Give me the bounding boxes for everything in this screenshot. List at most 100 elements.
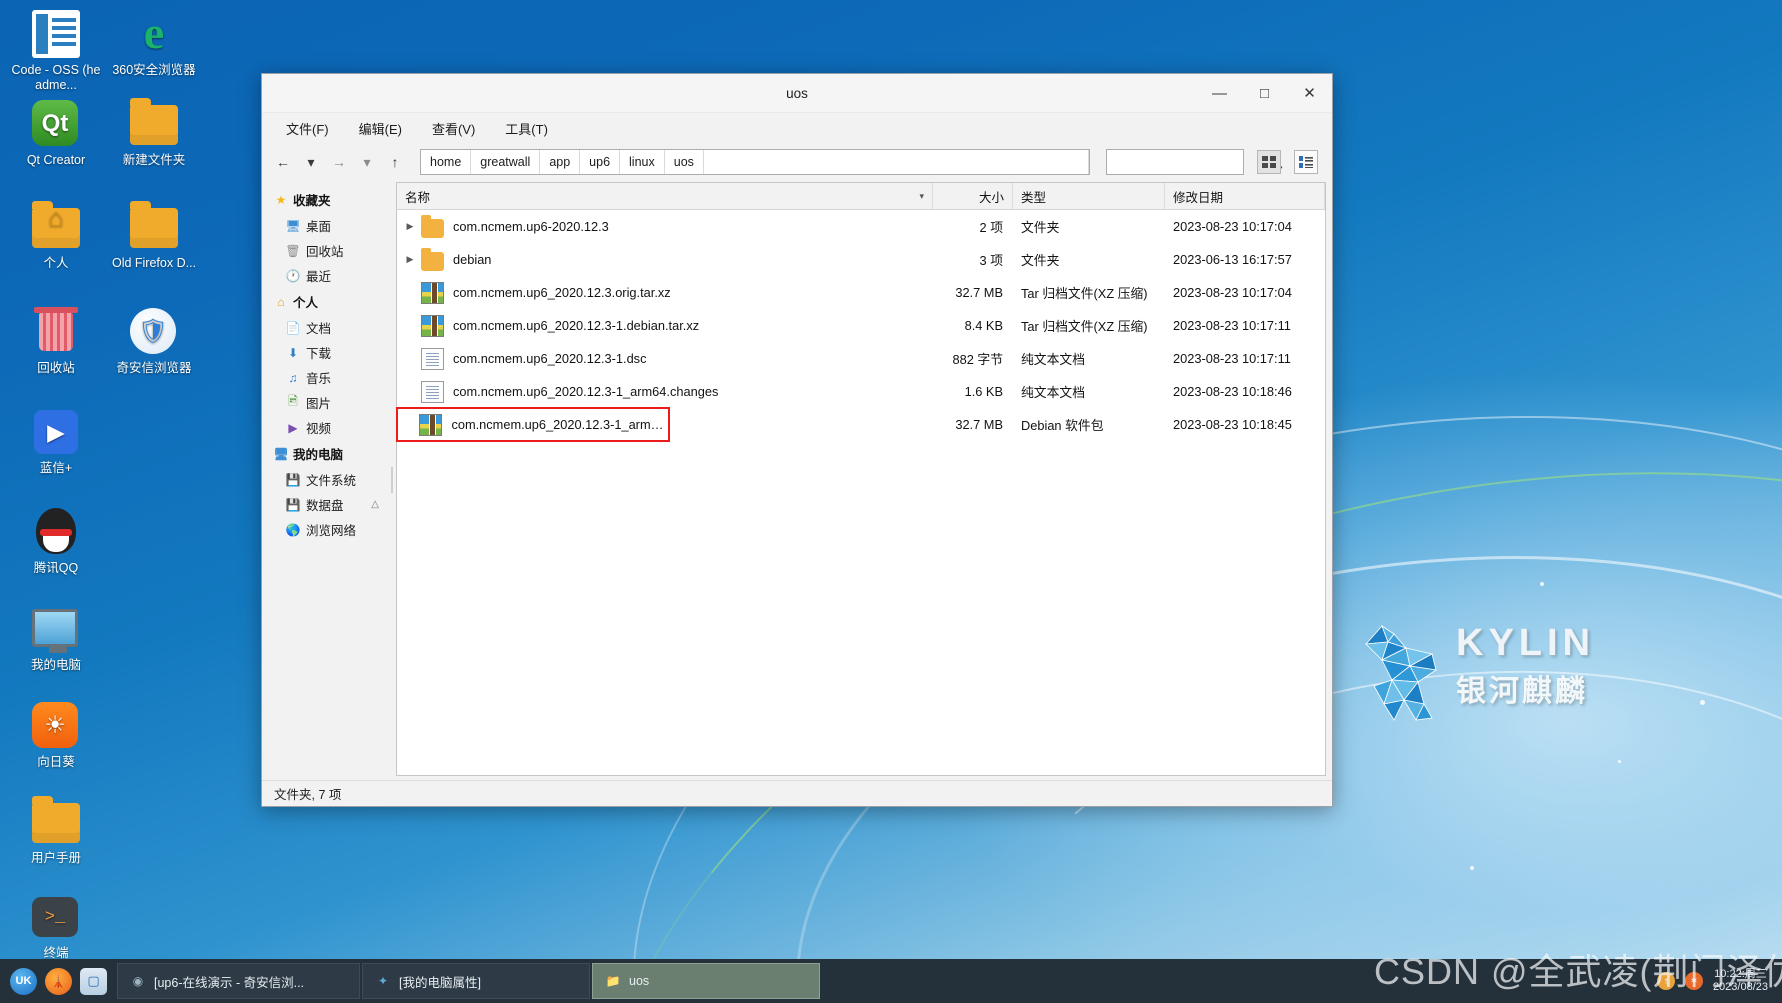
sidebar-group-my-computer[interactable]: 🖥 我的电脑 xyxy=(270,440,388,467)
file-name-cell[interactable]: com.ncmem.up6_2020.12.3.orig.tar.xz xyxy=(397,282,933,304)
sidebar-item-label: 图片 xyxy=(306,393,331,412)
table-row[interactable]: ▶ debian 3 项 文件夹 2023-06-13 16:17:57 xyxy=(397,243,1325,276)
table-row[interactable]: com.ncmem.up6_2020.12.3-1_arm64.changes … xyxy=(397,375,1325,408)
breadcrumb-item-linux[interactable]: linux xyxy=(620,150,665,174)
desktop-icon-terminal[interactable]: >_ 终端 xyxy=(8,893,104,961)
search-box[interactable]: 🔍 xyxy=(1106,149,1244,175)
start-menu-button[interactable]: UK xyxy=(10,968,37,995)
sidebar-group-personal[interactable]: ⌂ 个人 xyxy=(270,288,388,315)
sidebar-item-browse-network[interactable]: 🌎 浏览网络 xyxy=(270,517,388,542)
menu-edit[interactable]: 编辑(E) xyxy=(355,116,406,141)
desktop-icon-code-oss[interactable]: Code - OSS (headme... xyxy=(8,10,104,93)
column-type[interactable]: 类型 xyxy=(1013,183,1165,209)
desktop-icon-personal[interactable]: 个人 xyxy=(8,203,104,271)
sidebar-group-favorites[interactable]: ★ 收藏夹 xyxy=(270,186,388,213)
sidebar-group-label: 个人 xyxy=(293,292,318,311)
sidebar-item-documents[interactable]: 📄 文档 xyxy=(270,315,388,340)
expand-triangle-icon[interactable]: ▶ xyxy=(401,221,419,232)
qt-creator-icon: Qt xyxy=(32,100,80,148)
kylin-logo-chinese: 银河麒麟 xyxy=(1456,666,1588,710)
taskbar-task-uos[interactable]: 📁 uos xyxy=(592,963,820,999)
breadcrumb-item-up6[interactable]: up6 xyxy=(580,150,620,174)
table-row[interactable]: com.ncmem.up6_2020.12.3-1.dsc 882 字节 纯文本… xyxy=(397,342,1325,375)
forward-history-dropdown[interactable]: ▾ xyxy=(356,150,378,174)
menu-tools[interactable]: 工具(T) xyxy=(501,116,552,141)
file-type: 纯文本文档 xyxy=(1013,382,1165,401)
sidebar-item-data-disk[interactable]: 💾 数据盘 △ xyxy=(270,492,388,517)
back-button[interactable]: ← xyxy=(272,150,294,174)
sidebar-item-filesystem[interactable]: 💾 文件系统 xyxy=(270,467,388,492)
menu-view[interactable]: 查看(V) xyxy=(428,116,479,141)
window-titlebar[interactable]: uos — □ ✕ xyxy=(262,74,1332,113)
table-row[interactable]: com.ncmem.up6_2020.12.3-1.debian.tar.xz … xyxy=(397,309,1325,342)
table-row[interactable]: com.ncmem.up6_2020.12.3.orig.tar.xz 32.7… xyxy=(397,276,1325,309)
desktop-icon-label: 360安全浏览器 xyxy=(107,63,201,78)
breadcrumb-item-home[interactable]: home xyxy=(421,150,471,174)
sidebar-item-music[interactable]: ♫ 音乐 xyxy=(270,365,388,390)
search-input[interactable] xyxy=(1112,155,1267,169)
eject-icon[interactable]: △ xyxy=(371,499,379,510)
table-row[interactable]: ▶ com.ncmem.up6-2020.12.3 2 项 文件夹 2023-0… xyxy=(397,210,1325,243)
list-view-button[interactable] xyxy=(1294,150,1318,174)
desktop-icon-trash[interactable]: 回收站 xyxy=(8,308,104,376)
wallpaper-sparkle xyxy=(1700,700,1705,705)
sidebar: ★ 收藏夹 🖥 桌面 🗑 回收站 🕐 最近 ⌂ 个人 📄 文档 xyxy=(270,180,388,780)
file-name-cell[interactable]: ▶ com.ncmem.up6-2020.12.3 xyxy=(397,216,933,238)
desktop-icon-my-computer[interactable]: 我的电脑 xyxy=(8,605,104,673)
column-name[interactable]: 名称 ▾ xyxy=(397,183,933,209)
desktop-icon-qt-creator[interactable]: Qt Qt Creator xyxy=(8,100,104,168)
desktop-icon-new-folder[interactable]: 新建文件夹 xyxy=(106,100,202,168)
kylin-qilin-icon xyxy=(1348,608,1452,726)
sidebar-item-downloads[interactable]: ⬇ 下载 xyxy=(270,340,388,365)
expand-triangle-icon[interactable]: ▶ xyxy=(401,254,419,265)
desktop-icon-tencent-qq[interactable]: 腾讯QQ xyxy=(8,508,104,576)
file-name: com.ncmem.up6_2020.12.3.orig.tar.xz xyxy=(453,285,671,300)
desktop-icon-old-firefox-data[interactable]: Old Firefox D... xyxy=(106,203,202,271)
desktop-icon-360-browser[interactable]: e 360安全浏览器 xyxy=(106,10,202,78)
sidebar-item-recent[interactable]: 🕐 最近 xyxy=(270,263,388,288)
wallpaper-sparkle xyxy=(1618,760,1621,763)
file-name-cell[interactable]: com.ncmem.up6_2020.12.3-1.debian.tar.xz xyxy=(397,315,933,337)
sidebar-splitter[interactable] xyxy=(388,180,396,780)
desktop-icon-sunlogin[interactable]: ☀ 向日葵 xyxy=(8,702,104,770)
taskbar: UK 🗼 ▢ ◉ [up6-在线演示 - 奇安信浏... ✦ [我的电脑属性] … xyxy=(0,959,1782,1003)
back-history-dropdown[interactable]: ▾ xyxy=(300,150,322,174)
breadcrumb-item-uos[interactable]: uos xyxy=(665,150,704,174)
forward-button[interactable]: → xyxy=(328,150,350,174)
sidebar-item-pictures[interactable]: 🖻 图片 xyxy=(270,390,388,415)
menu-file[interactable]: 文件(F) xyxy=(282,116,333,141)
column-size[interactable]: 大小 xyxy=(933,183,1013,209)
breadcrumb-empty-area[interactable] xyxy=(704,150,1089,174)
table-row-highlighted[interactable]: com.ncmem.up6_2020.12.3-1_arm64.deb xyxy=(397,408,669,441)
store-launcher[interactable]: ▢ xyxy=(80,968,107,995)
taskbar-clock[interactable]: 10:22:周三 2023/08/23 xyxy=(1713,968,1768,994)
trash-icon xyxy=(32,308,80,356)
column-date[interactable]: 修改日期 xyxy=(1165,183,1325,209)
file-name-cell[interactable]: com.ncmem.up6_2020.12.3-1.dsc xyxy=(397,348,933,370)
tray-update-icon[interactable]: ↑ xyxy=(1657,972,1675,990)
file-name-cell[interactable]: com.ncmem.up6_2020.12.3-1_arm64.changes xyxy=(397,381,933,403)
file-name: com.ncmem.up6-2020.12.3 xyxy=(453,219,609,234)
breadcrumb-item-greatwall[interactable]: greatwall xyxy=(471,150,540,174)
tray-security-icon[interactable]: ✶ xyxy=(1685,972,1703,990)
file-name: com.ncmem.up6_2020.12.3-1.debian.tar.xz xyxy=(453,318,699,333)
firefox-launcher[interactable]: 🗼 xyxy=(45,968,72,995)
icon-view-button[interactable] xyxy=(1257,150,1281,174)
taskbar-task-browser[interactable]: ◉ [up6-在线演示 - 奇安信浏... xyxy=(117,963,360,999)
sidebar-item-videos[interactable]: ▶ 视频 xyxy=(270,415,388,440)
desktop-icon-user-manual[interactable]: 用户手册 xyxy=(8,798,104,866)
desktop-icon-lanxin[interactable]: ▶ 蓝信+ xyxy=(8,408,104,476)
desktop-icon-qianxin-browser[interactable]: 🛡 奇安信浏览器 xyxy=(106,308,202,376)
file-type: Tar 归档文件(XZ 压缩) xyxy=(1013,283,1165,302)
sidebar-item-label: 浏览网络 xyxy=(306,520,356,539)
sidebar-item-desktop[interactable]: 🖥 桌面 xyxy=(270,213,388,238)
desktop-icon-label: 我的电脑 xyxy=(9,658,103,673)
taskbar-task-properties[interactable]: ✦ [我的电脑属性] xyxy=(362,963,590,999)
file-name-cell[interactable]: ▶ debian xyxy=(397,249,933,271)
up-button[interactable]: ↑ xyxy=(384,150,406,174)
app-store-icon: ▢ xyxy=(87,973,99,989)
file-name-cell[interactable]: com.ncmem.up6_2020.12.3-1_arm64.deb xyxy=(397,414,669,436)
sidebar-item-trash[interactable]: 🗑 回收站 xyxy=(270,238,388,263)
breadcrumb-item-app[interactable]: app xyxy=(540,150,580,174)
file-size: 1.6 KB xyxy=(933,384,1013,399)
